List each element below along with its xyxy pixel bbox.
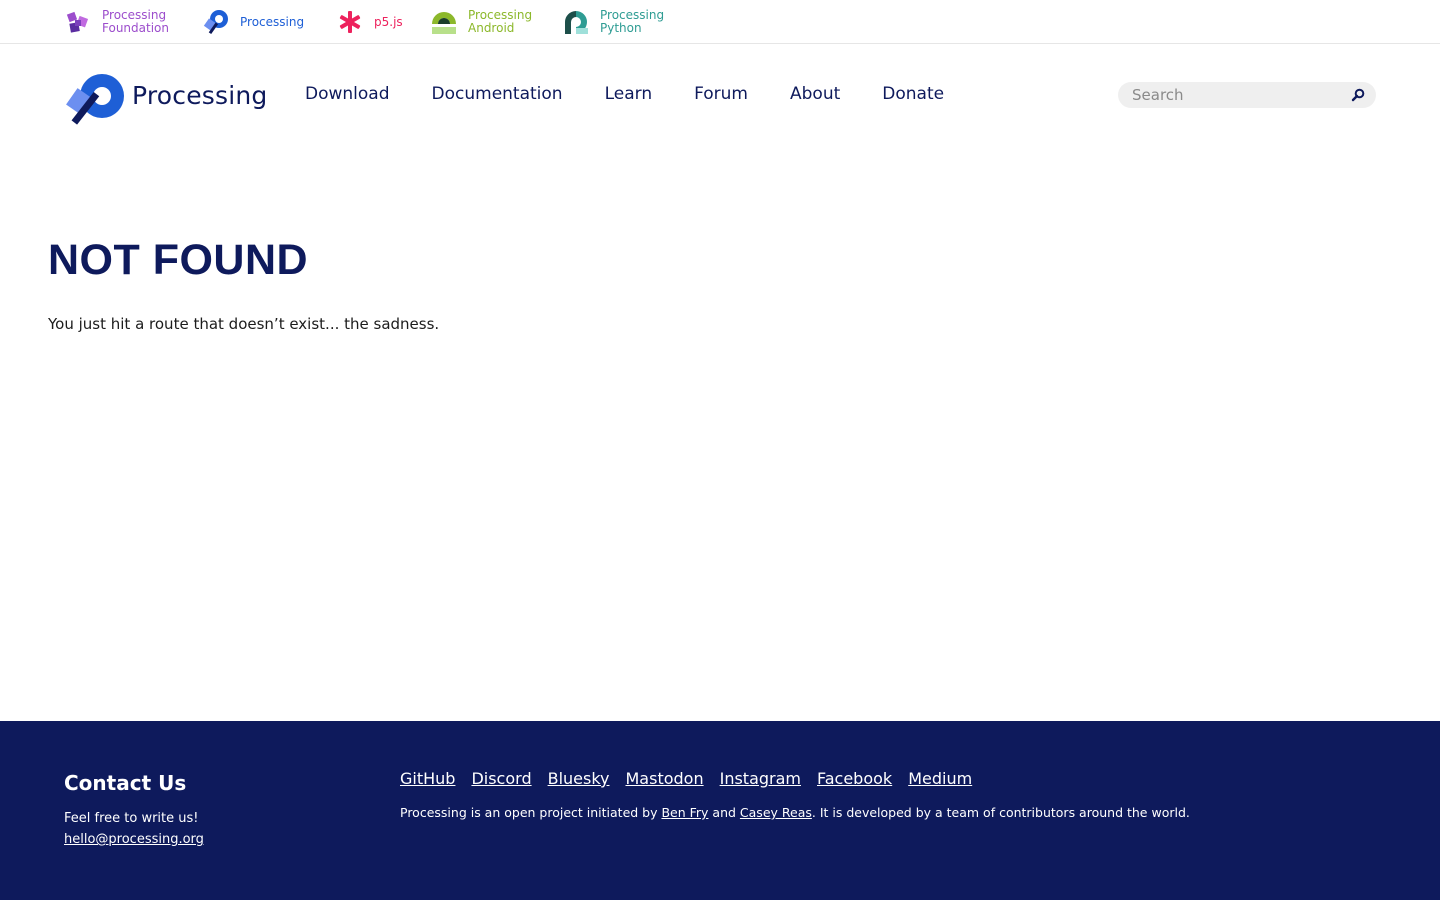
processing-logo-icon [66,74,124,125]
site-link-p5js[interactable]: p5.js [336,0,403,44]
author-link-ben-fry[interactable]: Ben Fry [661,805,708,820]
site-label: Processing Android [468,8,533,35]
site-label: p5.js [374,14,403,29]
search-input[interactable] [1132,82,1342,108]
site-link-processing[interactable]: Processing [202,0,304,44]
page-title: NOT FOUND [48,236,309,284]
credits-and: and [708,805,740,820]
search-icon[interactable] [1350,87,1366,103]
processing-icon [203,10,228,35]
site-label: Processing [240,14,305,29]
social-link-discord[interactable]: Discord [471,769,531,788]
site-link-processing-python[interactable]: Processing Python [562,0,664,44]
p5js-icon [339,11,361,33]
social-links: GitHub Discord Bluesky Mastodon Instagra… [400,769,988,788]
python-icon [565,11,588,34]
credits-suffix: . It is developed by a team of contribut… [811,805,1190,820]
nav-download[interactable]: Download [305,82,390,106]
site-link-processing-android[interactable]: Processing Android [430,0,532,44]
social-link-mastodon[interactable]: Mastodon [626,769,704,788]
credits-prefix: Processing is an open project initiated … [400,805,662,820]
nav-about[interactable]: About [790,82,840,106]
site-link-processing-foundation[interactable]: Processing Foundation [64,0,169,44]
social-link-instagram[interactable]: Instagram [720,769,801,788]
search-box [1118,82,1376,108]
processing-foundation-icon [66,11,89,33]
contact-text: Feel free to write us! [64,811,199,826]
site-label: Processing Python [600,8,665,35]
brand-home-link[interactable]: Processing [64,70,268,128]
nav-documentation[interactable]: Documentation [432,82,563,106]
credits-text: Processing is an open project initiated … [400,805,1190,820]
nav-learn[interactable]: Learn [605,82,653,106]
android-icon [432,12,456,34]
sites-bar: Processing Foundation Processing p5.js P… [0,0,1440,44]
nav-forum[interactable]: Forum [694,82,748,106]
social-link-bluesky[interactable]: Bluesky [548,769,610,788]
site-label: Processing Foundation [102,8,169,35]
brand-name: Processing [132,80,268,110]
social-link-facebook[interactable]: Facebook [817,769,892,788]
contact-title: Contact Us [64,771,187,795]
nav-donate[interactable]: Donate [882,82,944,106]
contact-email-link[interactable]: hello@processing.org [64,832,204,847]
footer: Contact Us Feel free to write us! hello@… [0,721,1440,900]
social-link-github[interactable]: GitHub [400,769,455,788]
author-link-casey-reas[interactable]: Casey Reas [740,805,812,820]
main-nav: Download Documentation Learn Forum About… [305,82,986,106]
social-link-medium[interactable]: Medium [908,769,972,788]
not-found-message: You just hit a route that doesn’t exist.… [48,315,440,333]
